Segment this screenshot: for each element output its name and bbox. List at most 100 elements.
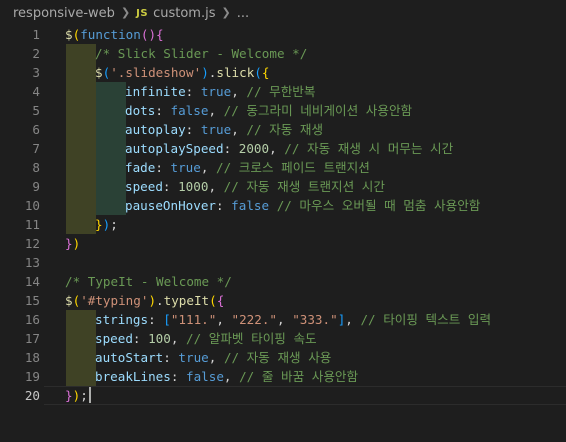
code-token: : <box>132 331 149 346</box>
code-line[interactable]: 1 $(function(){ <box>0 25 566 44</box>
indent-guide <box>66 177 96 196</box>
code-token: true <box>200 122 232 137</box>
code-line[interactable]: 14 /* TypeIt - Welcome */ <box>0 272 566 291</box>
code-token: : <box>155 160 171 175</box>
breadcrumb-folder[interactable]: responsive-web <box>13 6 115 21</box>
code-line[interactable]: 6 autoplay: true, // 자동 재생 <box>0 120 566 139</box>
code-line[interactable]: 8 fade: true, // 크로스 페이드 트랜지션 <box>0 158 566 177</box>
code-content: fade: true, // 크로스 페이드 트랜지션 <box>125 158 370 177</box>
line-number: 15 <box>24 293 40 308</box>
code-line[interactable]: 11}); <box>0 215 566 234</box>
code-token: true <box>200 84 232 99</box>
code-token: , <box>231 84 247 99</box>
code-token: [ <box>163 312 171 327</box>
code-content: pauseOnHover: false // 마우스 오버될 때 멈춤 사용안함 <box>125 196 480 215</box>
indent-guide <box>66 139 96 158</box>
line-number: 9 <box>32 179 40 194</box>
code-token: 100 <box>148 331 171 346</box>
code-line[interactable]: 17 speed: 100, // 알파벳 타이핑 속도 <box>0 329 566 348</box>
code-line[interactable]: 15 $('#typing').typeIt({ <box>0 291 566 310</box>
code-line[interactable]: 18 autoStart: true, // 자동 재생 사용 <box>0 348 566 367</box>
code-token: "222." <box>231 312 278 327</box>
text-cursor <box>88 387 91 403</box>
code-token: false <box>231 198 270 213</box>
code-token: $ <box>95 65 103 80</box>
code-line[interactable]: 3 $('.slideshow').slick({ <box>0 63 566 82</box>
code-token: 1000 <box>178 179 209 194</box>
code-line[interactable]: 9 speed: 1000, // 자동 재생 트랜지션 시간 <box>0 177 566 196</box>
code-content: /* TypeIt - Welcome */ <box>65 272 232 291</box>
code-token: : <box>170 369 186 384</box>
code-token: "333." <box>292 312 338 327</box>
indent-guide <box>66 44 96 63</box>
breadcrumb-file[interactable]: custom.js <box>153 6 215 21</box>
line-number: 3 <box>32 65 40 80</box>
code-token: autoStart <box>95 350 164 365</box>
code-token: , <box>208 350 224 365</box>
code-content: /* Slick Slider - Welcome */ <box>95 44 307 63</box>
code-token: false <box>186 369 224 384</box>
code-token: speed <box>125 179 163 194</box>
line-number: 2 <box>32 46 40 61</box>
code-line[interactable]: 13 <box>0 253 566 272</box>
code-token: dots <box>125 103 156 118</box>
line-number: 12 <box>24 236 40 251</box>
code-token: : <box>185 84 201 99</box>
code-token: , <box>216 312 232 327</box>
code-token: // 크로스 페이드 트랜지션 <box>216 160 370 175</box>
code-line[interactable]: 10 pauseOnHover: false // 마우스 오버될 때 멈춤 사용… <box>0 196 566 215</box>
code-token: // 알파벳 타이핑 속도 <box>186 331 317 346</box>
code-token: : <box>163 350 179 365</box>
code-token: : <box>185 122 201 137</box>
code-line[interactable]: 2 /* Slick Slider - Welcome */ <box>0 44 566 63</box>
code-token: $ <box>65 293 73 308</box>
code-token: /* TypeIt - Welcome */ <box>65 274 232 289</box>
code-line[interactable]: 7 autoplaySpeed: 2000, // 자동 재생 시 머무는 시간 <box>0 139 566 158</box>
indent-guide <box>66 63 96 82</box>
code-token: $ <box>65 27 73 42</box>
code-token: . <box>156 293 164 308</box>
code-token: // 마우스 오버될 때 멈춤 사용안함 <box>276 198 481 213</box>
code-token: // 타이핑 텍스트 입력 <box>360 312 492 327</box>
code-line[interactable]: 20}); <box>0 386 566 405</box>
code-token: infinite <box>125 84 186 99</box>
code-token: slick <box>216 65 255 80</box>
code-token: : <box>155 103 171 118</box>
code-line[interactable]: 12}) <box>0 234 566 253</box>
code-token: { <box>156 27 164 42</box>
code-content: autoplay: true, // 자동 재생 <box>125 120 323 139</box>
code-token: ) <box>72 236 81 251</box>
code-token: // 자동 재생 <box>246 122 324 137</box>
code-content: infinite: true, // 무한반복 <box>125 82 315 101</box>
code-token: // 동그라미 네비게이션 사용안함 <box>223 103 413 118</box>
code-token: // 무한반복 <box>246 84 316 99</box>
code-token: // 줄 바꿈 사용안함 <box>239 369 359 384</box>
code-token: ( <box>209 293 217 308</box>
code-content: }) <box>65 234 80 253</box>
code-content: }); <box>95 215 118 234</box>
javascript-file-icon: JS <box>136 7 149 19</box>
code-content: }); <box>65 386 91 405</box>
code-line[interactable]: 5 dots: false, // 동그라미 네비게이션 사용안함 <box>0 101 566 120</box>
code-line[interactable]: 19 breakLines: false, // 줄 바꿈 사용안함 <box>0 367 566 386</box>
code-line[interactable]: 4 infinite: true, // 무한반복 <box>0 82 566 101</box>
code-editor[interactable]: 1 $(function(){ 2 /* Slick Slider - Welcome… <box>0 26 566 442</box>
line-number: 8 <box>32 160 40 175</box>
line-number: 13 <box>24 255 40 270</box>
code-token: ; <box>110 217 118 232</box>
line-number: 6 <box>32 122 40 137</box>
code-token: "111." <box>170 312 217 327</box>
code-content: breakLines: false, // 줄 바꿈 사용안함 <box>95 367 358 386</box>
indent-guide <box>66 120 96 139</box>
indent-guide <box>66 101 96 120</box>
code-token: speed <box>95 331 133 346</box>
code-token: typeIt <box>163 293 210 308</box>
indent-guide <box>96 82 126 101</box>
chevron-right-icon: ❯ <box>120 5 131 19</box>
code-line[interactable]: 16 strings: ["111.", "222.", "333."], // … <box>0 310 566 329</box>
code-token: breakLines <box>95 369 171 384</box>
code-content: $(function(){ <box>65 25 164 44</box>
code-token: fade <box>125 160 156 175</box>
indent-guide <box>66 196 96 215</box>
breadcrumb-symbols[interactable]: ... <box>237 6 249 21</box>
